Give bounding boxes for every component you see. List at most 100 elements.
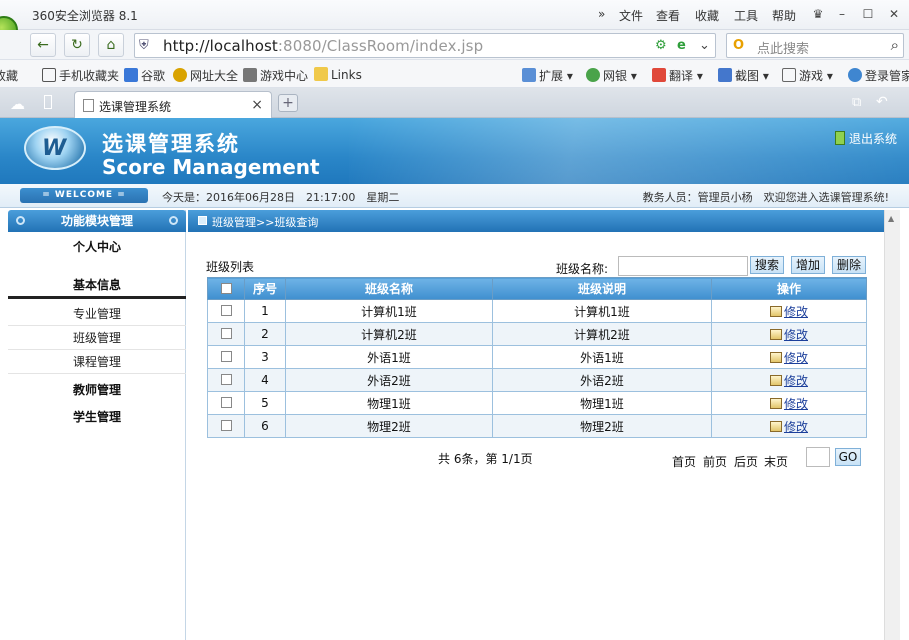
- edit-icon[interactable]: [769, 374, 782, 386]
- tab-close-icon[interactable]: ×: [251, 97, 263, 113]
- tool-screenshot[interactable]: 截图 ▾: [718, 67, 769, 84]
- fav-mobile[interactable]: 手机收藏夹: [42, 67, 119, 84]
- fav-links[interactable]: Links: [314, 67, 362, 82]
- edit-link[interactable]: 修改: [784, 328, 808, 342]
- edit-icon[interactable]: [769, 351, 782, 363]
- folder-icon: [314, 67, 328, 81]
- row-checkbox[interactable]: [220, 305, 232, 316]
- undo-close-icon[interactable]: ↶: [876, 94, 888, 110]
- scroll-up-icon[interactable]: ▲: [888, 214, 894, 223]
- row-class-name: 物理2班: [285, 414, 493, 438]
- chevron-down-icon[interactable]: ⌄: [699, 38, 710, 53]
- maximize-icon[interactable]: ☐: [856, 4, 880, 24]
- add-button[interactable]: 增加: [791, 256, 826, 274]
- sidebar-group-teacher[interactable]: 教师管理: [8, 381, 186, 398]
- sidebar: 功能模块管理 个人中心 基本信息 专业管理 班级管理 课程管理 教师管理 学生管…: [8, 210, 186, 640]
- logout-link[interactable]: 退出系统: [834, 130, 897, 147]
- search-icon[interactable]: ⌕: [891, 36, 899, 54]
- restore-tab-icon[interactable]: ⧉: [852, 95, 861, 110]
- page-number-input[interactable]: [806, 447, 830, 467]
- cloud-icon[interactable]: ☁: [10, 95, 25, 113]
- ie-mode-icon[interactable]: e: [677, 38, 686, 53]
- edit-link[interactable]: 修改: [784, 374, 808, 388]
- tool-login-manager[interactable]: 登录管家: [848, 67, 909, 84]
- sidebar-group-personal[interactable]: 个人中心: [8, 238, 186, 255]
- menu-tools[interactable]: 工具: [734, 7, 758, 24]
- class-name-input[interactable]: [618, 256, 748, 276]
- tool-extensions[interactable]: 扩展 ▾: [522, 67, 573, 84]
- edit-link[interactable]: 修改: [784, 351, 808, 365]
- edit-icon[interactable]: [769, 305, 782, 317]
- skin-icon[interactable]: ♛: [806, 4, 830, 24]
- search-placeholder: 点此搜索: [757, 42, 810, 57]
- current-date: 今天是：2016年06月28日 21:17:00 星期二: [162, 191, 400, 204]
- menu-help[interactable]: 帮助: [772, 7, 796, 24]
- tab-active[interactable]: 选课管理系统 ×: [74, 91, 272, 118]
- pager-first[interactable]: 首页: [672, 453, 696, 470]
- minimize-icon[interactable]: –: [830, 4, 854, 24]
- search-button[interactable]: 搜索: [750, 256, 785, 274]
- edit-icon[interactable]: [769, 397, 782, 409]
- row-class-desc: 计算机2班: [492, 322, 712, 346]
- tab-bar: ☁ 选课管理系统 × + ⧉ ↶: [0, 88, 909, 118]
- close-icon[interactable]: ✕: [882, 4, 906, 24]
- logout-icon: [834, 131, 845, 145]
- search-engine-icon[interactable]: O: [733, 38, 744, 53]
- refresh-icon[interactable]: ↻: [64, 33, 90, 57]
- fav-sites[interactable]: 网址大全: [173, 67, 238, 84]
- gamepad-icon: [243, 68, 257, 82]
- row-actions: 修改: [711, 391, 867, 415]
- row-checkbox[interactable]: [220, 374, 232, 385]
- sidebar-group-student[interactable]: 学生管理: [8, 408, 186, 425]
- tool-bank[interactable]: 网银 ▾: [586, 67, 637, 84]
- fav-google[interactable]: 谷歌: [124, 67, 165, 84]
- fav-games[interactable]: 游戏中心: [243, 67, 308, 84]
- edit-link[interactable]: 修改: [784, 305, 808, 319]
- new-tab-button[interactable]: +: [278, 94, 298, 112]
- pager-next[interactable]: 后页: [734, 453, 758, 470]
- row-checkbox[interactable]: [220, 351, 232, 362]
- sidebar-dot-left-icon: [16, 216, 25, 225]
- url-input[interactable]: ⛨ http://localhost:8080/ClassRoom/index.…: [134, 33, 716, 58]
- row-class-desc: 计算机1班: [492, 299, 712, 323]
- system-logo: W: [24, 126, 86, 170]
- pager-prev[interactable]: 前页: [703, 453, 727, 470]
- tool-games[interactable]: 游戏 ▾: [782, 67, 833, 84]
- go-button[interactable]: GO: [835, 448, 861, 466]
- page-icon[interactable]: [44, 95, 52, 109]
- select-all-checkbox[interactable]: [220, 282, 232, 294]
- sidebar-item-major[interactable]: 专业管理: [8, 302, 186, 326]
- speed-icon[interactable]: ⚙: [655, 38, 667, 53]
- sidebar-item-class[interactable]: 班级管理: [8, 326, 186, 350]
- menu-more[interactable]: »: [598, 7, 605, 21]
- delete-button[interactable]: 删除: [832, 256, 867, 274]
- search-input[interactable]: O 点此搜索 ⌕: [726, 33, 904, 58]
- row-actions: 修改: [711, 322, 867, 346]
- edit-icon[interactable]: [769, 420, 782, 432]
- row-checkbox[interactable]: [220, 420, 232, 431]
- row-checkbox[interactable]: [220, 397, 232, 408]
- class-name-label: 班级名称:: [556, 262, 609, 276]
- edit-icon[interactable]: [769, 328, 782, 340]
- row-checkbox[interactable]: [220, 328, 232, 339]
- menu-view[interactable]: 查看: [656, 7, 680, 24]
- sidebar-group-basic[interactable]: 基本信息: [8, 276, 186, 293]
- tool-translate[interactable]: 翻译 ▾: [652, 67, 703, 84]
- url-text: http://localhost:8080/ClassRoom/index.js…: [163, 37, 484, 55]
- page-scrollbar[interactable]: ▲: [884, 210, 900, 640]
- back-icon[interactable]: ←: [30, 33, 56, 57]
- row-actions: 修改: [711, 368, 867, 392]
- fav-collect[interactable]: 收藏: [0, 67, 18, 84]
- sidebar-divider: [8, 296, 186, 299]
- sidebar-item-course[interactable]: 课程管理: [8, 350, 186, 374]
- menu-favorites[interactable]: 收藏: [695, 7, 719, 24]
- table-row: 5 物理1班 物理1班 修改: [207, 391, 867, 415]
- menu-file[interactable]: 文件: [619, 7, 643, 24]
- table-row: 6 物理2班 物理2班 修改: [207, 414, 867, 438]
- edit-link[interactable]: 修改: [784, 397, 808, 411]
- edit-link[interactable]: 修改: [784, 420, 808, 434]
- home-icon[interactable]: ⌂: [98, 33, 124, 57]
- row-number: 2: [244, 322, 286, 346]
- pager-last[interactable]: 末页: [764, 453, 788, 470]
- breadcrumb: 班级管理>>班级查询: [212, 216, 319, 229]
